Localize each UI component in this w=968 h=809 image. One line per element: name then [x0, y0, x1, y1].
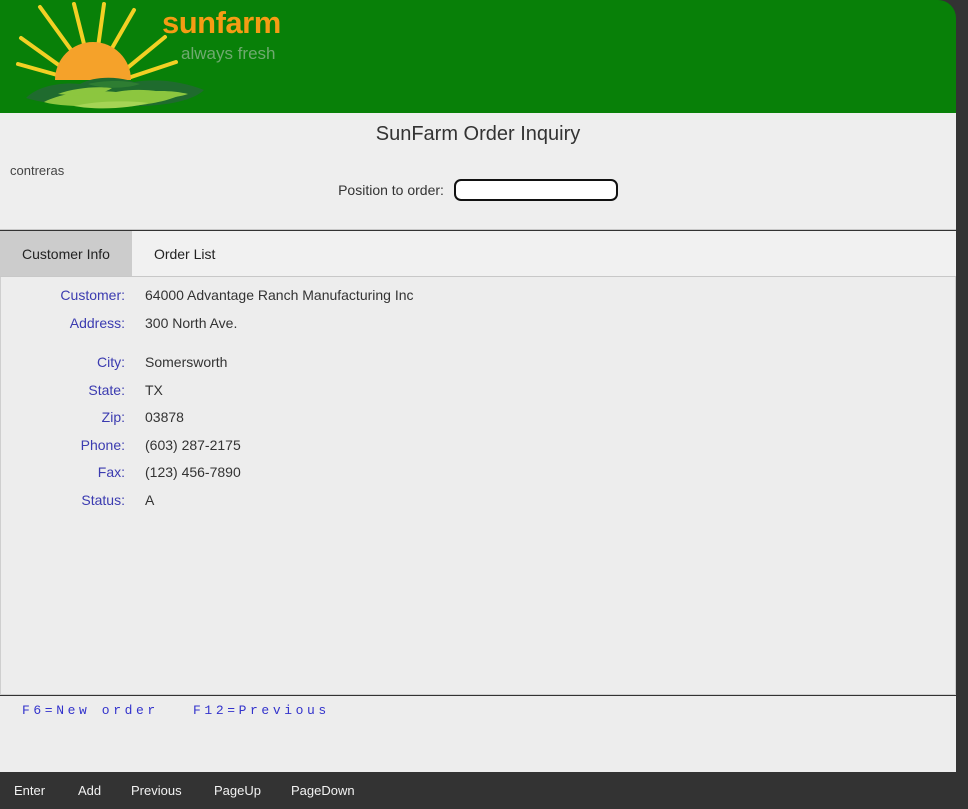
value-status: A — [145, 491, 155, 508]
label-fax: Fax: — [97, 464, 125, 480]
brand-text: sunfarm always fresh — [162, 2, 562, 64]
label-status: Status: — [81, 491, 125, 508]
label-zip: Zip: — [101, 409, 125, 425]
current-user-label: contreras — [10, 163, 65, 178]
toolbar-button-add[interactable]: Add — [78, 783, 101, 798]
customer-info-panel: Customer: 64000 Advantage Ranch Manufact… — [0, 277, 956, 695]
label-state: State: — [88, 381, 125, 398]
field-row-city: City: Somersworth — [1, 354, 955, 382]
function-key-hints-text: F6=New order F12=Previous — [22, 703, 330, 718]
bottom-toolbar: Enter Add Previous PageUp PageDown — [0, 772, 968, 809]
value-zip: 03878 — [145, 409, 184, 425]
toolbar-button-pageup[interactable]: PageUp — [214, 783, 261, 798]
field-row-fax: Fax: (123) 456-7890 — [1, 464, 955, 492]
value-city: Somersworth — [145, 354, 228, 370]
function-key-hints: F6=New order F12=Previous — [0, 696, 956, 772]
position-to-order-label: Position to order: — [338, 182, 444, 198]
field-row-customer: Customer: 64000 Advantage Ranch Manufact… — [1, 287, 955, 315]
toolbar-button-previous[interactable]: Previous — [131, 783, 182, 798]
brand-tagline: always fresh — [181, 44, 276, 63]
field-row-zip: Zip: 03878 — [1, 409, 955, 437]
value-state: TX — [145, 381, 163, 398]
position-to-order-input[interactable] — [453, 179, 618, 201]
value-fax: (123) 456-7890 — [145, 464, 241, 480]
tab-customer-info[interactable]: Customer Info — [0, 231, 132, 276]
tab-order-list[interactable]: Order List — [132, 231, 237, 276]
field-row-status: Status: A — [1, 492, 955, 520]
label-address: Address: — [69, 314, 125, 331]
field-row-phone: Phone: (603) 287-2175 — [1, 437, 955, 465]
brand-name: sunfarm — [162, 5, 281, 40]
page-title: SunFarm Order Inquiry — [375, 123, 581, 145]
position-to-order-row: Position to order: — [0, 179, 956, 201]
application-window: sunfarm always fresh SunFarm Order Inqui… — [0, 0, 968, 809]
field-row-address: Address: 300 North Ave. — [1, 315, 955, 343]
field-row-state: State: TX — [1, 382, 955, 410]
value-address: 300 North Ave. — [145, 314, 238, 331]
toolbar-button-pagedown[interactable]: PageDown — [291, 783, 355, 798]
label-city: City: — [97, 354, 125, 370]
toolbar-button-enter[interactable]: Enter — [14, 783, 45, 798]
page-header: SunFarm Order Inquiry contreras Position… — [0, 113, 956, 230]
brand-banner: sunfarm always fresh — [0, 0, 956, 113]
label-phone: Phone: — [80, 436, 125, 453]
tab-bar: Customer Info Order List — [0, 231, 956, 277]
label-customer: Customer: — [60, 287, 125, 303]
value-phone: (603) 287-2175 — [145, 436, 241, 453]
value-customer: 64000 Advantage Ranch Manufacturing Inc — [145, 287, 414, 303]
